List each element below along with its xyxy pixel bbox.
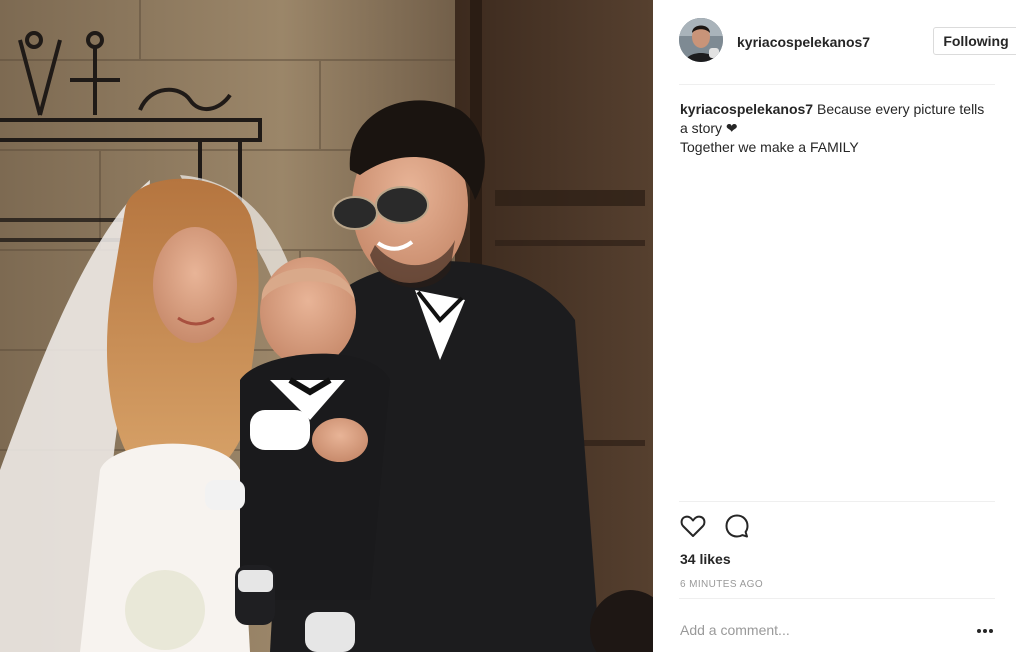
comment-button[interactable] xyxy=(723,512,751,540)
avatar[interactable] xyxy=(679,18,723,62)
username-link[interactable]: kyriacospelekanos7 xyxy=(737,34,870,50)
post-timestamp: 6 MINUTES AGO xyxy=(680,579,763,590)
avatar-image xyxy=(679,18,723,62)
following-button[interactable]: Following xyxy=(933,27,1016,55)
post-caption: kyriacospelekanos7 Because every picture… xyxy=(680,100,985,157)
heart-icon xyxy=(680,515,706,537)
post-details-panel: kyriacospelekanos7 Following kyriacospel… xyxy=(653,0,1016,652)
likes-count[interactable]: 34 likes xyxy=(680,551,731,567)
caption-username-link[interactable]: kyriacospelekanos7 xyxy=(680,101,813,117)
post-photo[interactable] xyxy=(0,0,653,652)
post-header: kyriacospelekanos7 Following xyxy=(679,18,1016,66)
caption-text-line2: Together we make a FAMILY xyxy=(680,139,859,155)
add-comment-input[interactable] xyxy=(680,619,960,641)
actions-divider xyxy=(679,501,995,502)
comment-divider xyxy=(679,598,995,599)
header-divider xyxy=(679,84,995,85)
like-button[interactable] xyxy=(679,512,707,540)
wedding-photo-image xyxy=(0,0,653,652)
more-options-button[interactable] xyxy=(975,620,995,640)
black-heart-icon: ❤ xyxy=(725,120,738,136)
comment-icon xyxy=(725,514,749,538)
more-options-icon xyxy=(977,629,993,633)
